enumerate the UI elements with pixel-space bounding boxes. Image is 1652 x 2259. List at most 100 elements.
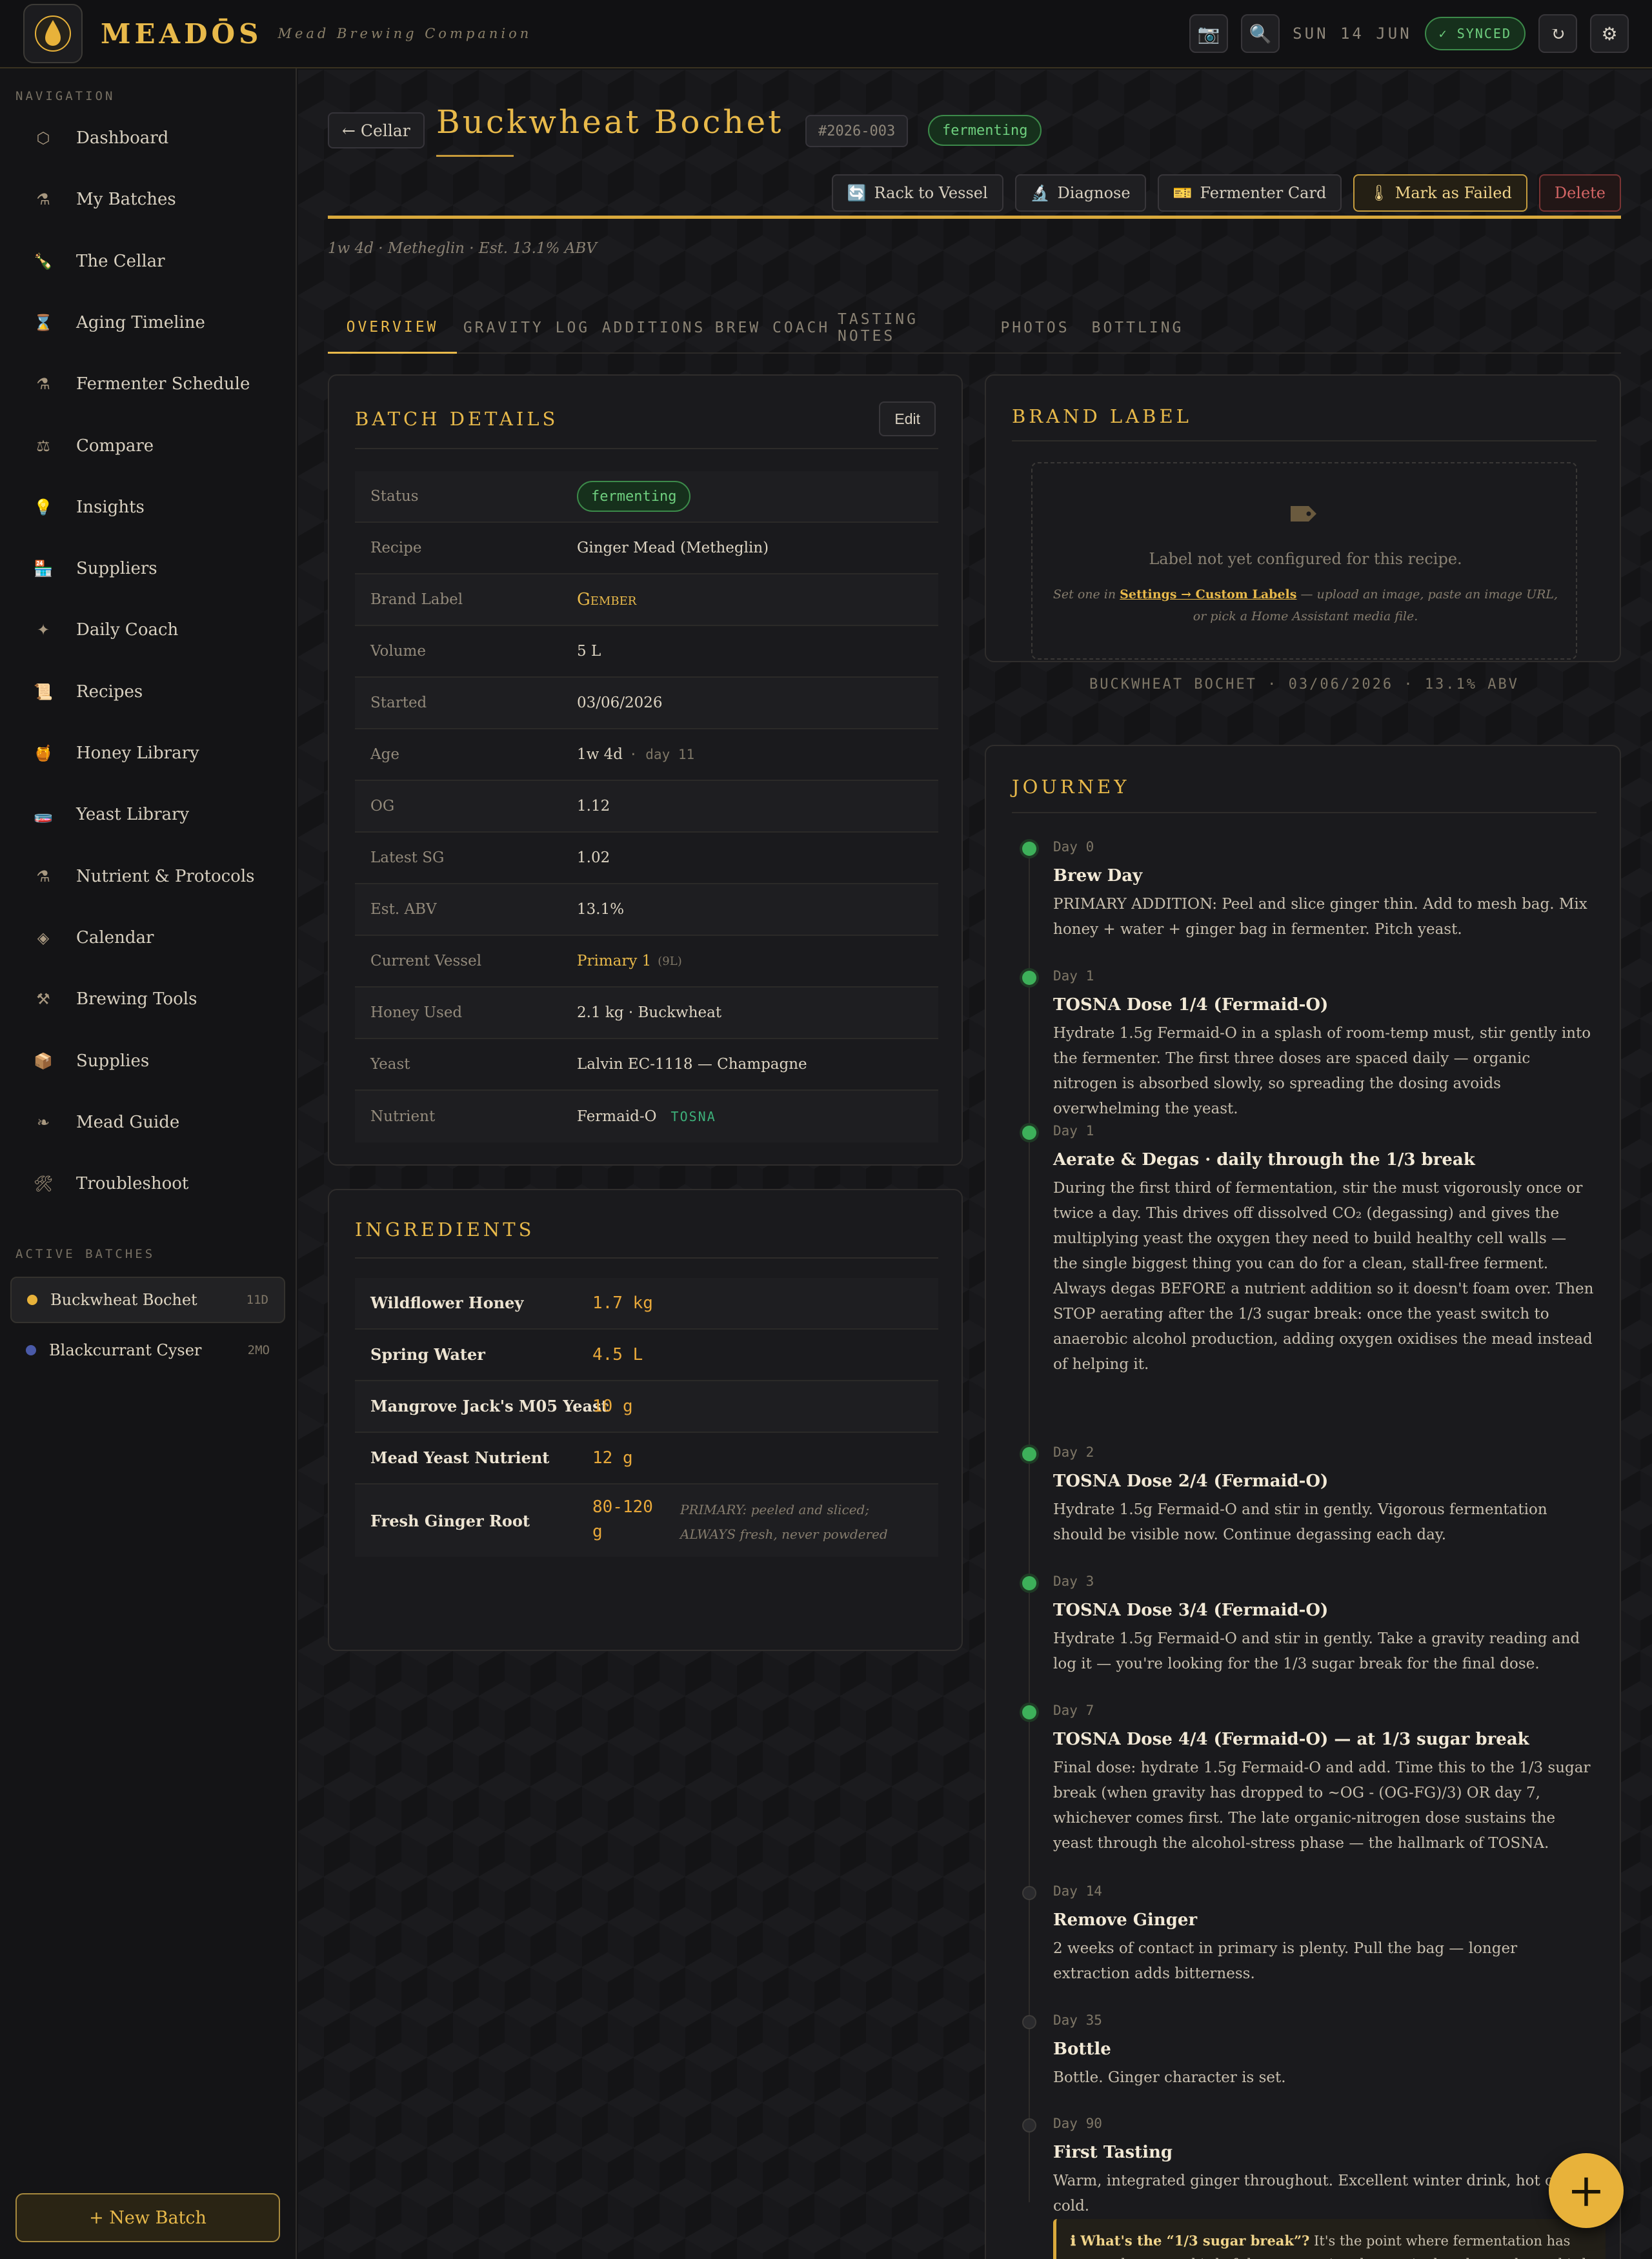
camera-icon[interactable]: 📷	[1189, 14, 1229, 53]
step-day: Day 90	[1053, 2116, 1102, 2131]
title-underline	[436, 155, 514, 157]
detail-label: Nutrient	[370, 1108, 436, 1125]
sidebar: NAVIGATION ⬡ Dashboard ⚗ My Batches 🍾 The Cel…	[0, 68, 297, 2259]
sidebar-item-yeast-library[interactable]: 🧫 Yeast Library	[15, 791, 280, 838]
gear-icon[interactable]: ⚙	[1590, 14, 1629, 53]
tag-icon	[1291, 506, 1316, 522]
brand-label-value[interactable]: Gember	[577, 590, 636, 609]
mark-as-failed-button[interactable]: 🌡 Mark as Failed	[1353, 174, 1527, 212]
label-footer: BUCKWHEAT BOCHET · 03/06/2026 · 13.1% AB…	[1089, 676, 1520, 693]
label-placeholder[interactable]: Label not yet configured for this recipe…	[1031, 462, 1577, 660]
yeast-library-icon: 🧫	[34, 805, 53, 824]
back-to-cellar-button[interactable]: ← Cellar	[328, 112, 425, 148]
step-text: Warm, integrated ginger throughout. Exce…	[1053, 2173, 1561, 2214]
tab-overview[interactable]: OVERVIEW	[328, 302, 457, 354]
og-value: 1.12	[577, 798, 610, 815]
search-icon[interactable]: 🔍	[1241, 14, 1280, 53]
batch-status-dot	[27, 1295, 37, 1305]
tab-photos[interactable]: PHOTOS	[990, 302, 1080, 354]
sidebar-item-suppliers[interactable]: 🏪 Suppliers	[15, 545, 280, 592]
recipes-icon: 📜	[34, 682, 53, 701]
card-divider	[1012, 440, 1597, 441]
sidebar-item-label: Nutrient & Protocols	[76, 866, 255, 886]
rack-to-vessel-button[interactable]: 🔄 Rack to Vessel	[831, 174, 1003, 212]
detail-row-recipe: Recipe Ginger Mead (Metheglin)	[355, 523, 938, 574]
add-fab-button[interactable]: +	[1549, 2153, 1624, 2228]
sidebar-item-compare[interactable]: ⚖ Compare	[15, 423, 280, 469]
batch-details-card: BATCH DETAILS Edit Status fermenting Rec…	[328, 374, 963, 1166]
detail-row-brand-label: Brand Label Gember	[355, 574, 938, 626]
diagnose-button[interactable]: 🔬 Diagnose	[1014, 174, 1146, 212]
sync-status-badge[interactable]: ✓ SYNCED	[1424, 17, 1526, 50]
sidebar-item-honey-library[interactable]: 🍯 Honey Library	[15, 730, 280, 776]
troubleshoot-icon: 🛠	[33, 1175, 54, 1193]
refresh-icon[interactable]: ↻	[1538, 14, 1577, 53]
detail-label: Age	[370, 746, 399, 763]
sidebar-item-mead-guide[interactable]: ❧ Mead Guide	[15, 1099, 280, 1146]
delete-button[interactable]: Delete	[1538, 174, 1621, 212]
detail-row-nutrient: Nutrient Fermaid-O TOSNA	[355, 1091, 938, 1142]
batch-name: Buckwheat Bochet	[50, 1291, 197, 1309]
step-day: Day 2	[1053, 1444, 1094, 1460]
detail-row-age: Age 1w 4d · day 11	[355, 729, 938, 781]
ingredient-row: Wildflower Honey 1.7 kg	[355, 1278, 938, 1330]
sidebar-item-label: Dashboard	[76, 128, 169, 148]
logo-badge[interactable]	[23, 4, 83, 63]
sidebar-item-label: Supplies	[76, 1051, 150, 1071]
insights-icon: 💡	[34, 498, 53, 516]
tab-additions[interactable]: ADDITIONS	[599, 302, 709, 354]
sidebar-item-label: Insights	[76, 497, 145, 517]
step-text: 2 weeks of contact in primary is plenty.…	[1053, 1940, 1518, 1982]
active-batch-item[interactable]: Blackcurrant Cyser 2MO	[10, 1327, 285, 1373]
sidebar-item-troubleshoot[interactable]: 🛠 Troubleshoot	[15, 1160, 280, 1207]
sidebar-item-daily-coach[interactable]: ✦ Daily Coach	[15, 607, 280, 653]
step-title: TOSNA Dose 4/4 (Fermaid-O) — at 1/3 suga…	[1053, 1730, 1529, 1749]
new-batch-button[interactable]: + New Batch	[15, 2193, 280, 2242]
settings-custom-labels-link[interactable]: Settings → Custom Labels	[1120, 587, 1296, 602]
volume-value: 5 L	[577, 643, 601, 660]
vessel-capacity: (9L)	[658, 954, 682, 968]
detail-row-started: Started 03/06/2026	[355, 678, 938, 729]
sidebar-item-supplies[interactable]: 📦 Supplies	[15, 1038, 280, 1084]
detail-label: Brand Label	[370, 591, 463, 608]
diagnose-label: Diagnose	[1057, 184, 1131, 202]
batch-name: Blackcurrant Cyser	[49, 1341, 202, 1359]
top-bar: MEADŌS Mead Brewing Companion 📷 🔍 SUN 14…	[0, 0, 1652, 68]
nav-heading: NAVIGATION	[15, 89, 116, 103]
sidebar-item-my-batches[interactable]: ⚗ My Batches	[15, 176, 280, 223]
active-batch-item[interactable]: Buckwheat Bochet 11D	[10, 1277, 285, 1323]
sidebar-item-label: Calendar	[76, 927, 154, 947]
tab-brew-coach[interactable]: BREW COACH	[711, 302, 834, 354]
tab-bar: OVERVIEW GRAVITY LOG ADDITIONS BREW COAC…	[328, 302, 1621, 354]
status-badge: fermenting	[928, 115, 1042, 146]
step-text: Bottle. Ginger character is set.	[1053, 2069, 1286, 2086]
fermenter-card-button[interactable]: 🎫 Fermenter Card	[1157, 174, 1342, 212]
batch-details-title: BATCH DETAILS	[355, 408, 559, 430]
sidebar-item-insights[interactable]: 💡 Insights	[15, 484, 280, 531]
tab-tasting-notes[interactable]: TASTING NOTES	[838, 302, 986, 354]
started-value: 03/06/2026	[577, 694, 663, 711]
step-complete-dot	[1022, 971, 1036, 985]
sidebar-item-label: Mead Guide	[76, 1112, 180, 1132]
step-text: Hydrate 1.5g Fermaid-O in a splash of ro…	[1053, 1025, 1591, 1117]
the-cellar-icon: 🍾	[34, 252, 53, 270]
sidebar-item-recipes[interactable]: 📜 Recipes	[15, 669, 280, 715]
batch-subline: 1w 4d · Metheglin · Est. 13.1% ABV	[328, 240, 597, 257]
supplies-icon: 📦	[34, 1051, 53, 1070]
microscope-icon: 🔬	[1030, 184, 1050, 202]
sidebar-item-dashboard[interactable]: ⬡ Dashboard	[15, 115, 280, 161]
sidebar-item-label: Yeast Library	[76, 805, 190, 825]
vessel-value[interactable]: Primary 1	[577, 953, 651, 969]
sidebar-item-nutrient-protocols[interactable]: ⚗ Nutrient & Protocols	[15, 853, 280, 900]
nutrient-protocols-icon: ⚗	[36, 867, 50, 886]
sidebar-item-fermenter-schedule[interactable]: ⚗ Fermenter Schedule	[15, 361, 280, 407]
aging-timeline-icon: ⌛	[34, 313, 53, 332]
sidebar-item-calendar[interactable]: ◈ Calendar	[15, 915, 280, 961]
tab-gravity-log[interactable]: GRAVITY LOG	[462, 302, 591, 354]
sidebar-item-the-cellar[interactable]: 🍾 The Cellar	[15, 238, 280, 285]
recipe-value[interactable]: Ginger Mead (Metheglin)	[577, 540, 769, 556]
sidebar-item-brewing-tools[interactable]: ⚒ Brewing Tools	[15, 976, 280, 1022]
tab-bottling[interactable]: BOTTLING	[1084, 302, 1191, 354]
edit-button[interactable]: Edit	[879, 401, 936, 436]
sidebar-item-aging-timeline[interactable]: ⌛ Aging Timeline	[15, 299, 280, 346]
